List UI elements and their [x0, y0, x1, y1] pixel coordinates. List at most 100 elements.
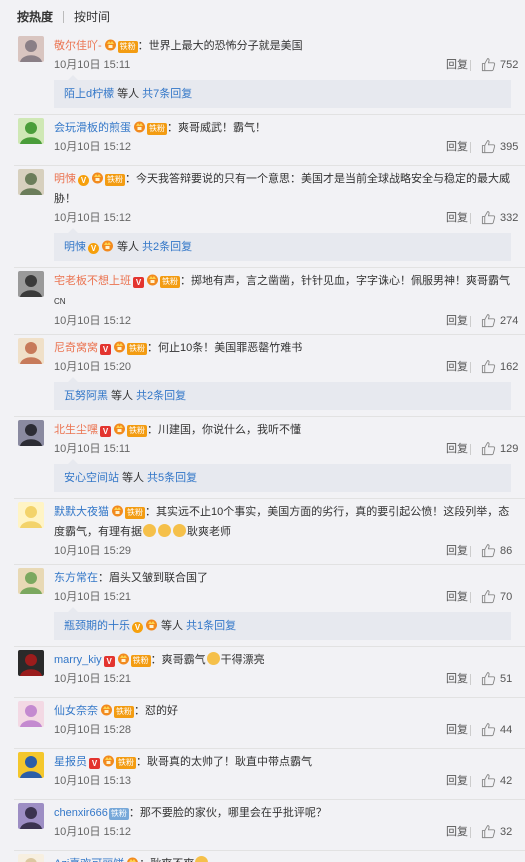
avatar[interactable] — [18, 36, 44, 62]
thumbs-up-icon[interactable] — [481, 359, 496, 374]
reply-preview-box[interactable]: 陌上d柠檬 等人 共7条回复 — [54, 75, 511, 108]
reply-username-link[interactable]: 陌上d柠檬 — [64, 88, 114, 100]
like-button[interactable]: 86 — [470, 542, 525, 560]
reply-username-link[interactable]: 瓶颈期的十乐 — [64, 620, 130, 632]
thumbs-up-icon[interactable] — [481, 543, 496, 558]
like-count: 752 — [500, 59, 519, 71]
colon: ： — [150, 654, 162, 666]
avatar[interactable] — [18, 803, 44, 829]
reply-username-link[interactable]: 明悚 — [64, 241, 86, 253]
reply-button[interactable]: 回复 — [446, 542, 468, 560]
comment-body: 眉头又皱到联合国了 — [109, 572, 208, 584]
username-link[interactable]: 敬尔佳吖- — [54, 40, 102, 52]
reply-button[interactable]: 回复 — [446, 588, 468, 606]
thumbs-up-icon[interactable] — [481, 139, 496, 154]
reply-button[interactable]: 回复 — [446, 670, 468, 688]
username-link[interactable]: 北生尘嘿 — [54, 424, 98, 436]
fan-badge: 铁粉 — [130, 655, 151, 667]
comment-meta: 10月10日 15:13 回复 42 — [54, 772, 525, 790]
reply-button[interactable]: 回复 — [446, 312, 468, 330]
comment-text: 宅老板不想上班 V 铁粉 ：掷地有声，言之凿凿，针针见血，字字诛心！佩服男神！爽哥霸气… — [54, 271, 511, 312]
reply-count-link[interactable]: 共7条回复 — [142, 88, 192, 100]
avatar[interactable] — [18, 752, 44, 778]
comment-time: 10月10日 15:28 — [54, 724, 132, 736]
username-link[interactable]: 仙女奈奈 — [54, 705, 98, 717]
reply-preview-box[interactable]: 瓶颈期的十乐 V 等人 共1条回复 — [54, 607, 511, 640]
like-button[interactable]: 274 — [470, 312, 525, 330]
like-button[interactable]: 129 — [470, 440, 525, 458]
reply-count-link[interactable]: 共1条回复 — [186, 620, 236, 632]
reply-username-link[interactable]: 瓦努阿黑 — [64, 390, 108, 402]
like-button[interactable]: 332 — [470, 209, 525, 227]
thumbs-up-icon[interactable] — [481, 824, 496, 839]
like-button[interactable]: 162 — [470, 358, 525, 376]
comment-text: 会玩滑板的煎蛋 铁粉 ：爽哥威武！霸气！ — [54, 118, 511, 138]
reply-count-link[interactable]: 共5条回复 — [147, 472, 197, 484]
comment-time: 10月10日 15:11 — [54, 443, 131, 455]
like-button[interactable]: 70 — [470, 588, 525, 606]
comment-meta: 10月10日 15:12 回复 274 — [54, 312, 525, 330]
avatar[interactable] — [18, 701, 44, 727]
verified-v-icon: V — [132, 622, 143, 633]
reply-button[interactable]: 回复 — [446, 358, 468, 376]
thumbs-up-icon[interactable] — [481, 313, 496, 328]
reply-count-link[interactable]: 共2条回复 — [142, 241, 192, 253]
reply-preview-box[interactable]: 明悚 V 等人 共2条回复 — [54, 228, 511, 261]
crown-medal-icon — [102, 754, 115, 767]
avatar[interactable] — [18, 338, 44, 364]
comment-meta: 10月10日 15:12 回复 332 — [54, 209, 525, 227]
like-button[interactable]: 51 — [470, 670, 525, 688]
avatar[interactable] — [18, 502, 44, 528]
like-count: 332 — [500, 212, 519, 224]
reply-button[interactable]: 回复 — [446, 440, 468, 458]
thumbs-up-icon[interactable] — [481, 210, 496, 225]
username-link[interactable]: 会玩滑板的煎蛋 — [54, 122, 131, 134]
username-link[interactable]: marry_kiy — [54, 654, 102, 666]
sort-divider — [63, 10, 65, 23]
avatar[interactable] — [18, 420, 44, 446]
avatar[interactable] — [18, 568, 44, 594]
like-divider — [470, 444, 471, 455]
reply-count-link[interactable]: 共2条回复 — [136, 390, 186, 402]
comment-suffix: CN — [54, 297, 66, 306]
comment-text: 敬尔佳吖- 铁粉 ：世界上最大的恐怖分子就是美国 — [54, 36, 511, 56]
thumbs-up-icon[interactable] — [481, 589, 496, 604]
like-button[interactable]: 752 — [470, 56, 525, 74]
reply-button[interactable]: 回复 — [446, 823, 468, 841]
thumbs-up-icon[interactable] — [481, 773, 496, 788]
avatar[interactable] — [18, 118, 44, 144]
thumbs-up-icon[interactable] — [481, 57, 496, 72]
reply-button[interactable]: 回复 — [446, 138, 468, 156]
username-link[interactable]: Azi喜欢可丽饼 — [54, 858, 124, 862]
username-link[interactable]: 默默大夜猫 — [54, 506, 109, 518]
username-link[interactable]: chenxir666 — [54, 807, 108, 819]
reply-preview-box[interactable]: 安心空间站 等人 共5条回复 — [54, 459, 511, 492]
like-button[interactable]: 32 — [470, 823, 525, 841]
like-button[interactable]: 395 — [470, 138, 525, 156]
thumbs-up-icon[interactable] — [481, 671, 496, 686]
comment-time: 10月10日 15:21 — [54, 673, 132, 685]
username-link[interactable]: 宅老板不想上班 — [54, 275, 131, 287]
colon: ： — [128, 807, 140, 819]
thumbs-up-icon[interactable] — [481, 441, 496, 456]
like-button[interactable]: 42 — [470, 772, 525, 790]
reply-username-link[interactable]: 安心空间站 — [64, 472, 119, 484]
thumbs-up-icon[interactable] — [481, 722, 496, 737]
sort-by-hot-tab[interactable]: 按热度 — [17, 8, 53, 25]
avatar[interactable] — [18, 650, 44, 676]
fan-badge: 铁粉 — [108, 808, 129, 820]
avatar[interactable] — [18, 854, 44, 862]
username-link[interactable]: 星报员 — [54, 756, 87, 768]
reply-button[interactable]: 回复 — [446, 209, 468, 227]
reply-button[interactable]: 回复 — [446, 772, 468, 790]
like-button[interactable]: 44 — [470, 721, 525, 739]
reply-preview-box[interactable]: 瓦努阿黑 等人 共2条回复 — [54, 377, 511, 410]
username-link[interactable]: 尼奇窝窝 — [54, 342, 98, 354]
reply-button[interactable]: 回复 — [446, 56, 468, 74]
reply-button[interactable]: 回复 — [446, 721, 468, 739]
avatar[interactable] — [18, 169, 44, 195]
sort-by-time-tab[interactable]: 按时间 — [74, 8, 110, 25]
avatar[interactable] — [18, 271, 44, 297]
username-link[interactable]: 东方常在 — [54, 572, 98, 584]
username-link[interactable]: 明悚 — [54, 173, 76, 185]
